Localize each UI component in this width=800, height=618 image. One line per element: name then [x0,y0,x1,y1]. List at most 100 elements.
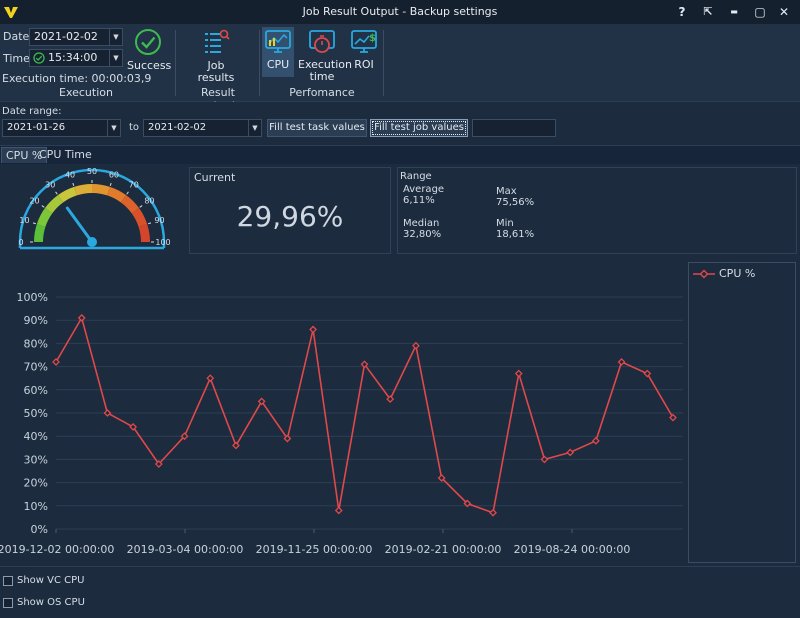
cpu-gauge: 0 10 20 30 40 50 60 70 80 90 100 [0,166,185,256]
gauge-tick [32,222,37,225]
y-tick-label: 70% [24,361,48,374]
y-tick-label: 30% [24,453,48,466]
gauge-needle [65,206,94,244]
separator [175,30,176,96]
close-button[interactable]: ✕ [774,3,794,21]
gauge-band-segment [74,184,92,196]
performance-group-label: Perfomance [289,86,355,99]
gauge-tick-label: 100 [155,238,170,247]
ribbon: Date: 2021-02-02 ▼ Time: 15:34:00 ▼ Exec… [0,24,800,112]
help-button[interactable]: ? [672,3,692,21]
gauge-tick-label: 50 [87,167,97,176]
cpu-button[interactable]: CPU [262,27,294,77]
cpu-data-point [540,455,549,464]
legend-label: CPU % [719,267,756,280]
execution-time-button[interactable]: Execution time [298,27,352,85]
roi-chart-icon: $ [351,30,377,53]
restore-icon[interactable]: ⇱ [698,3,718,21]
cpu-data-point [103,409,112,417]
list-search-icon [205,29,230,53]
date-from-combo[interactable]: 2021-01-26 ▼ [2,119,121,137]
success-status: Success [127,28,172,74]
cpu-data-point [206,374,215,383]
maximize-button[interactable]: ▢ [750,3,770,21]
date-from-value: 2021-01-26 [7,122,66,133]
median-value: 32,80% [403,229,442,240]
chart-svg: 0% 10% 20% 30% 40% 50% 60% 70% 80% 90% 100% 2019-12… [0,291,683,556]
cpu-series-line [55,315,674,514]
current-title: Current [194,171,236,184]
y-tick-label: 0% [31,523,48,536]
gauge-tick [139,205,143,208]
title-bar: Job Result Output - Backup settings ? ⇱ … [0,0,800,24]
job-results-button[interactable]: Job results [194,28,238,86]
gauge-tick [109,182,112,187]
to-label: to [129,122,140,133]
gauge-band-segment [34,224,46,242]
show-os-cpu-checkbox[interactable] [3,598,13,608]
separator [259,30,260,96]
gauge-band-segment [138,224,150,242]
cpu-label: CPU [266,58,290,71]
time-value: 15:34:00 [48,51,98,64]
chevron-down-icon: ▼ [107,120,120,136]
check-circle-icon [33,52,45,64]
stopwatch-icon [309,30,335,53]
fill-test-job-values-button[interactable]: Fill test job values [370,119,468,137]
y-tick-label: 40% [24,430,48,443]
gauge-svg: 0 10 20 30 40 50 60 70 80 90 100 [18,167,171,250]
y-tick-label: 60% [24,384,48,397]
gauge-tick-label: 90 [154,216,164,225]
cpu-data-point [489,508,497,517]
chart-legend: CPU % [688,262,796,563]
success-label: Success [127,59,172,72]
gauge-hub [87,237,97,247]
gauge-tick-label: 70 [129,181,139,190]
gauge-tick-label: 60 [109,170,119,179]
chevron-down-icon: ▼ [248,120,261,136]
y-tick-label: 100% [17,291,48,304]
gauge-tick-label: 40 [65,170,75,179]
show-vc-cpu-checkbox[interactable] [3,576,13,586]
gauge-band-segment [92,184,110,196]
show-os-cpu-label: Show OS CPU [17,597,85,608]
svg-text:$: $ [369,33,376,44]
success-check-icon [135,29,161,55]
tab-cpu-time[interactable]: CPU Time [35,147,96,163]
legend-marker-icon [693,269,715,278]
min-value: 18,61% [496,229,535,240]
range-panel: Range Average 6,11% Max 75,56% Median 32… [397,167,797,254]
gauge-tick [72,182,75,187]
cpu-data-point [617,358,626,366]
time-combo[interactable]: 15:34:00 ▼ [29,49,123,67]
options-area: Show VC CPU Show OS CPU [0,566,800,618]
fill-test-task-values-button[interactable]: Fill test task values [267,119,367,137]
legend-item: CPU % [693,267,755,280]
cpu-data-point [309,325,318,334]
window: Job Result Output - Backup settings ? ⇱ … [0,0,800,618]
date-to-value: 2021-02-02 [148,122,207,133]
minimize-button[interactable]: ▬ [724,3,744,21]
date-range-bar: Date range: 2021-01-26 ▼ to 2021-02-02 ▼… [0,102,800,146]
chevron-down-icon: ▼ [109,29,122,45]
x-tick-label: 2019-11-25 00:00:00 [256,543,373,556]
roi-label: ROI [354,58,374,71]
cpu-data-point [334,506,343,515]
gauge-tick-label: 20 [29,196,39,205]
gauge-tick [41,205,45,208]
x-tick-label: 2019-12-02 00:00:00 [0,543,114,556]
max-value: 75,56% [496,197,535,208]
date-to-combo[interactable]: 2021-02-02 ▼ [143,119,262,137]
cpu-data-point [591,436,600,445]
x-tick-label: 2019-02-21 00:00:00 [385,543,502,556]
roi-button[interactable]: $ ROI [348,27,380,77]
date-combo[interactable]: 2021-02-02 ▼ [29,28,123,46]
average-value: 6,11% [403,195,435,206]
gauge-tick [126,191,129,195]
chevron-down-icon: ▼ [109,50,122,66]
gauge-tick-label: 80 [144,196,154,205]
tab-bar: CPU % CPU Time [0,146,800,164]
y-tick-label: 20% [24,477,48,490]
cpu-monitor-icon [265,30,291,53]
x-tick-label: 2019-03-04 00:00:00 [127,543,244,556]
